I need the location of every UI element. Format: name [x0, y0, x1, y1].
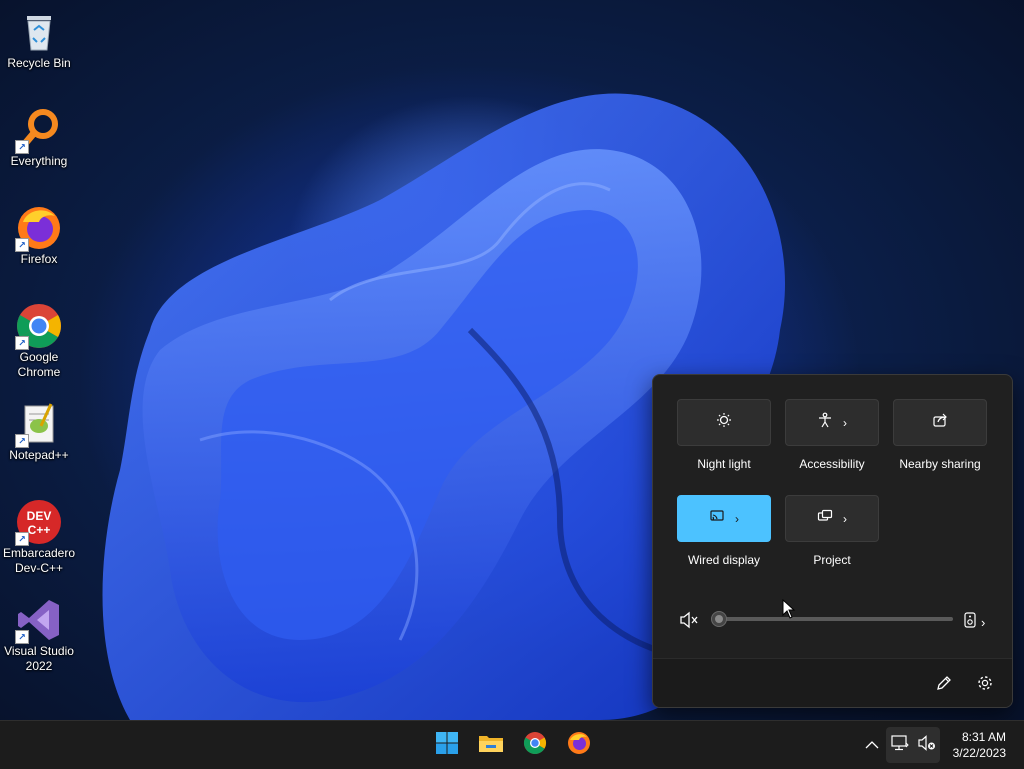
mouse-cursor: [782, 598, 796, 624]
firefox-icon: ↗: [15, 204, 63, 252]
shortcut-arrow-icon: ↗: [15, 532, 29, 546]
network-wired-icon: [890, 734, 909, 756]
project-icon: [817, 508, 833, 529]
desktop-icon-recycle-bin[interactable]: Recycle Bin: [2, 8, 76, 71]
svg-text:C++: C++: [28, 523, 51, 537]
pencil-icon: [935, 676, 953, 696]
quick-settings-button[interactable]: [886, 727, 940, 763]
quick-settings-panel: Night light › Accessibility Nearby shari…: [652, 374, 1013, 708]
shortcut-arrow-icon: ↗: [15, 336, 29, 350]
desktop-icon-label: Everything: [10, 154, 68, 168]
desktop-icon-label: Google Chrome: [17, 350, 61, 379]
audio-output-button[interactable]: ›: [963, 611, 985, 634]
speaker-device-icon: [963, 611, 977, 634]
devcpp-icon: DEV C++ ↗: [15, 498, 63, 546]
tile-project[interactable]: ›: [785, 495, 879, 542]
tile-label: Project: [813, 553, 851, 567]
recycle-bin-icon: [15, 8, 63, 56]
taskbar: 8:31 AM 3/22/2023: [0, 720, 1024, 769]
all-settings-button[interactable]: [976, 674, 994, 697]
desktop-icon-label: Firefox: [20, 252, 58, 266]
shortcut-arrow-icon: ↗: [15, 140, 29, 154]
chrome-icon: [523, 731, 547, 760]
cast-icon: [709, 508, 725, 529]
taskbar-google-chrome[interactable]: [519, 729, 551, 761]
desktop-icon-everything[interactable]: ↗ Everything: [2, 106, 76, 169]
shortcut-arrow-icon: ↗: [15, 238, 29, 252]
tile-accessibility[interactable]: ›: [785, 399, 879, 446]
quick-settings-footer: [653, 658, 1012, 707]
desktop-icon-label: Embarcadero Dev-C++: [2, 546, 76, 575]
everything-search-icon: ↗: [15, 106, 63, 154]
chevron-right-icon: ›: [843, 511, 847, 526]
gear-icon: [976, 676, 994, 696]
windows-logo-icon: [435, 731, 459, 760]
taskbar-clock[interactable]: 8:31 AM 3/22/2023: [953, 729, 1006, 761]
tile-label: Night light: [697, 457, 751, 471]
volume-slider[interactable]: [711, 611, 953, 627]
taskbar-firefox[interactable]: [563, 729, 595, 761]
clock-date: 3/22/2023: [952, 746, 1006, 760]
volume-slider-thumb[interactable]: [711, 611, 727, 627]
desktop-icon-label: Recycle Bin: [7, 56, 71, 70]
desktop: Recycle Bin ↗ Everything ↗ Firefox ↗ Goo…: [0, 0, 1024, 720]
share-icon: [932, 412, 948, 433]
desktop-icon-devcpp[interactable]: DEV C++ ↗ Embarcadero Dev-C++: [2, 498, 76, 576]
chevron-right-icon: ›: [981, 615, 986, 630]
speaker-muted-icon: [679, 611, 699, 633]
visual-studio-icon: ↗: [15, 596, 63, 644]
tile-label: Nearby sharing: [899, 457, 981, 471]
shortcut-arrow-icon: ↗: [15, 630, 29, 644]
night-light-icon: [716, 412, 732, 433]
chevron-right-icon: ›: [735, 511, 739, 526]
tile-label: Wired display: [687, 553, 761, 567]
desktop-icon-label: Notepad++: [9, 448, 69, 462]
tile-wired-display[interactable]: ›: [677, 495, 771, 542]
speaker-muted-icon: [917, 734, 936, 756]
shortcut-arrow-icon: ↗: [15, 434, 29, 448]
tile-nearby-sharing[interactable]: [893, 399, 987, 446]
desktop-icon-visual-studio[interactable]: ↗ Visual Studio 2022: [2, 596, 76, 674]
volume-mute-button[interactable]: [679, 611, 699, 634]
taskbar-file-explorer[interactable]: [475, 729, 507, 761]
firefox-icon: [567, 731, 591, 760]
desktop-icon-notepad-plus-plus[interactable]: ↗ Notepad++: [2, 400, 76, 463]
clock-time: 8:31 AM: [961, 730, 1006, 744]
chevron-right-icon: ›: [843, 415, 847, 430]
desktop-icon-firefox[interactable]: ↗ Firefox: [2, 204, 76, 267]
tile-night-light[interactable]: [677, 399, 771, 446]
tile-label: Accessibility: [799, 457, 865, 471]
edit-quick-settings-button[interactable]: [935, 674, 953, 697]
svg-text:DEV: DEV: [27, 509, 52, 523]
folder-icon: [478, 732, 504, 759]
chevron-up-icon: [862, 741, 882, 759]
start-button[interactable]: [431, 729, 463, 761]
chrome-icon: ↗: [15, 302, 63, 350]
desktop-icon-label: Visual Studio 2022: [4, 644, 74, 673]
accessibility-icon: [817, 412, 833, 433]
desktop-icon-google-chrome[interactable]: ↗ Google Chrome: [2, 302, 76, 380]
show-hidden-icons-button[interactable]: [862, 735, 882, 760]
notepad-plus-plus-icon: ↗: [15, 400, 63, 448]
